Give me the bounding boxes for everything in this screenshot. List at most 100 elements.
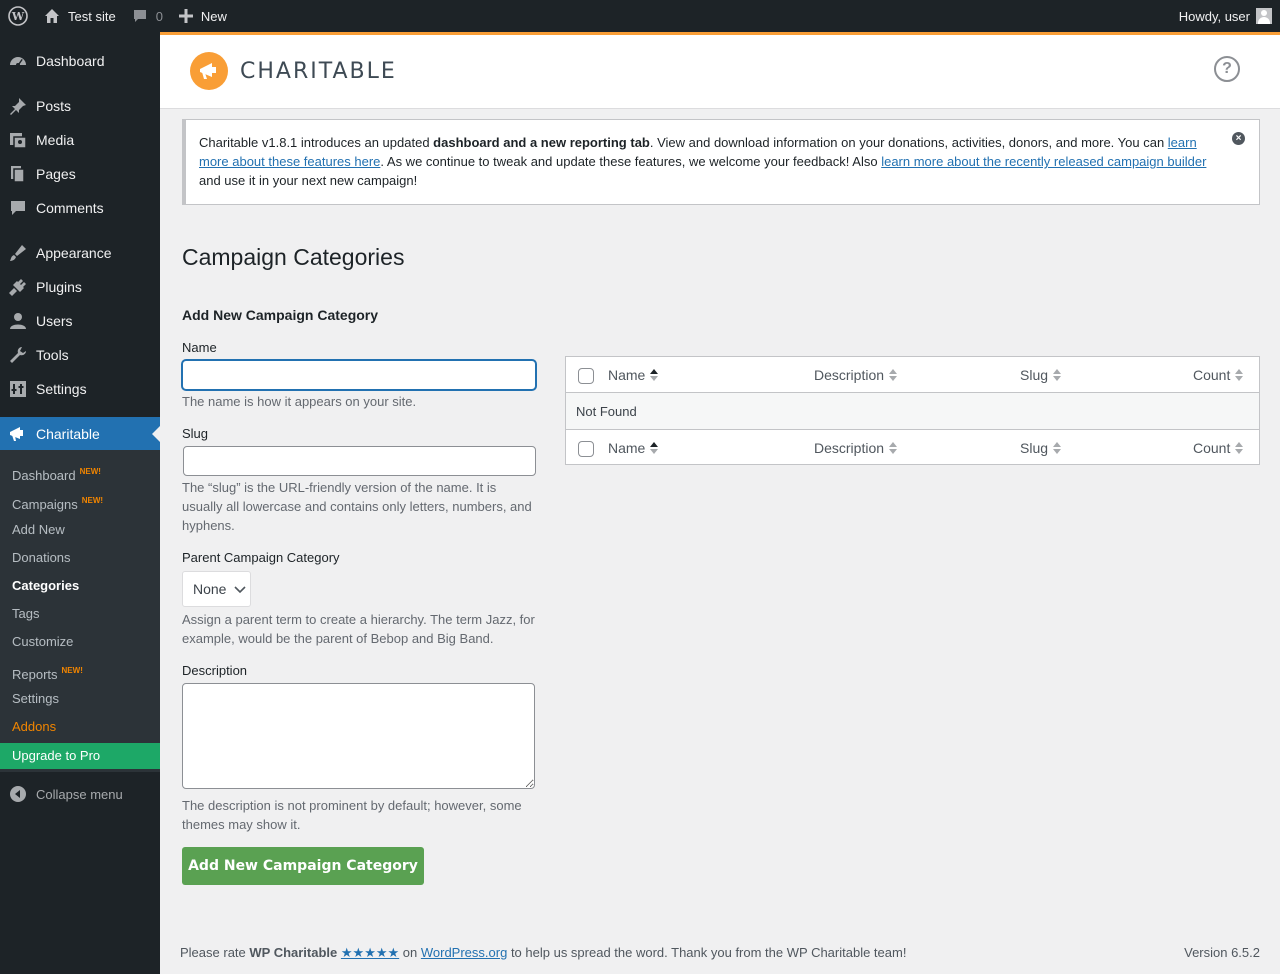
comments-link[interactable]: 0 <box>124 0 171 32</box>
column-description[interactable]: Description <box>814 430 898 466</box>
parent-description: Assign a parent term to create a hierarc… <box>182 612 535 646</box>
sidebar-item-settings[interactable]: Settings <box>0 372 160 406</box>
submenu-donations[interactable]: Donations <box>12 548 71 568</box>
slug-label: Slug <box>182 426 209 441</box>
avatar <box>1256 8 1272 24</box>
brush-icon <box>0 243 36 263</box>
name-input[interactable] <box>182 360 536 390</box>
column-name[interactable]: Name <box>608 430 659 466</box>
notice-strong: dashboard and a new reporting tab <box>433 135 650 150</box>
site-name-link[interactable]: Test site <box>36 0 124 32</box>
submenu-add-new[interactable]: Add New <box>12 520 65 540</box>
howdy-text: Howdy, user <box>1178 8 1250 24</box>
submenu-tags[interactable]: Tags <box>12 604 39 624</box>
chevron-down-icon <box>234 581 247 597</box>
submenu-settings[interactable]: Settings <box>12 689 59 709</box>
parent-label: Parent Campaign Category <box>182 550 340 565</box>
new-badge: NEW! <box>61 666 83 675</box>
sort-arrows-icon <box>1053 442 1062 454</box>
description-textarea[interactable] <box>182 683 535 789</box>
name-label: Name <box>182 340 217 355</box>
submenu-campaigns[interactable]: Campaigns NEW! <box>12 491 104 512</box>
sidebar-item-users[interactable]: Users <box>0 304 160 338</box>
submenu-categories[interactable]: Categories <box>12 576 79 596</box>
settings-icon <box>0 379 36 399</box>
sort-arrows-icon <box>889 442 898 454</box>
upgrade-to-pro-link[interactable]: Upgrade to Pro <box>0 743 160 769</box>
sidebar-label: Users <box>36 313 73 329</box>
parent-category-select[interactable]: None <box>182 571 251 607</box>
add-category-button[interactable]: Add New Campaign Category <box>182 847 424 885</box>
notice-text: . View and download information on your … <box>649 135 1168 150</box>
collapse-menu-button[interactable]: Collapse menu <box>0 782 160 806</box>
new-content-link[interactable]: New <box>171 0 235 32</box>
column-slug[interactable]: Slug <box>1020 357 1062 393</box>
sidebar-item-appearance[interactable]: Appearance <box>0 236 160 270</box>
submenu-addons[interactable]: Addons <box>12 717 56 737</box>
charitable-header: CHARITABLE ? <box>160 32 1280 109</box>
sidebar-label: Charitable <box>36 426 100 442</box>
site-name: Test site <box>68 8 116 24</box>
sidebar-item-media[interactable]: Media <box>0 123 160 157</box>
wrench-icon <box>0 345 36 365</box>
campaign-builder-link[interactable]: learn more about the recently released c… <box>881 154 1206 169</box>
sidebar-item-posts[interactable]: Posts <box>0 89 160 123</box>
admin-bar: W Test site 0 New Howdy, user <box>0 0 1280 32</box>
sort-arrows-icon <box>1235 369 1244 381</box>
rating-stars-link[interactable]: ★★★★★ <box>341 945 399 960</box>
select-all-checkbox[interactable] <box>578 368 594 384</box>
submenu-reports[interactable]: Reports NEW! <box>12 661 83 682</box>
sidebar-label: Settings <box>36 381 87 397</box>
logo-text: CHARITABLE <box>240 58 397 84</box>
sidebar-label: Comments <box>36 200 104 216</box>
submenu-dashboard[interactable]: Dashboard NEW! <box>12 462 101 483</box>
pages-icon <box>0 164 36 184</box>
empty-message: Not Found <box>576 403 637 419</box>
sidebar-item-charitable[interactable]: Charitable <box>0 417 160 451</box>
sidebar-item-comments[interactable]: Comments <box>0 191 160 225</box>
sidebar-label: Appearance <box>36 245 112 261</box>
footer-rating-text: Please rate WP Charitable ★★★★★ on WordP… <box>180 945 907 960</box>
sidebar-item-plugins[interactable]: Plugins <box>0 270 160 304</box>
footer-brand: WP Charitable <box>249 945 338 960</box>
submenu-customize[interactable]: Customize <box>12 632 73 652</box>
sidebar-label: Media <box>36 132 75 148</box>
comment-icon <box>0 198 36 218</box>
dismiss-notice-icon[interactable]: × <box>1232 132 1245 145</box>
column-name[interactable]: Name <box>608 357 659 393</box>
footer-version: Version 6.5.2 <box>1184 945 1260 960</box>
plus-icon <box>178 9 193 23</box>
column-count[interactable]: Count <box>1193 430 1244 466</box>
sidebar-item-tools[interactable]: Tools <box>0 338 160 372</box>
select-all-checkbox-footer[interactable] <box>578 441 594 457</box>
notice-text: and use it in your next new campaign! <box>199 173 418 188</box>
sidebar-item-pages[interactable]: Pages <box>0 157 160 191</box>
column-slug[interactable]: Slug <box>1020 430 1062 466</box>
charitable-logo: CHARITABLE <box>190 52 397 90</box>
wordpress-org-link[interactable]: WordPress.org <box>421 945 507 960</box>
new-badge: NEW! <box>79 467 101 476</box>
slug-input[interactable] <box>183 446 536 476</box>
pin-icon <box>0 96 36 116</box>
sidebar-label: Pages <box>36 166 76 182</box>
form-title: Add New Campaign Category <box>182 307 379 323</box>
my-account[interactable]: Howdy, user <box>1171 0 1280 32</box>
new-badge: NEW! <box>81 496 104 505</box>
column-count[interactable]: Count <box>1193 357 1244 393</box>
users-icon <box>0 311 36 331</box>
help-button[interactable]: ? <box>1214 56 1240 82</box>
sidebar-item-dashboard[interactable]: Dashboard <box>0 44 160 78</box>
sidebar-label: Tools <box>36 347 69 363</box>
notice-text: Charitable v1.8.1 introduces an updated <box>199 135 434 150</box>
categories-table: Name Description Slug Count Not Found Na… <box>565 356 1260 465</box>
page-title: Campaign Categories <box>182 244 405 270</box>
notice-text: . As we continue to tweak and update the… <box>380 154 882 169</box>
wordpress-logo-icon[interactable]: W <box>0 0 36 32</box>
column-description[interactable]: Description <box>814 357 898 393</box>
collapse-label: Collapse menu <box>36 786 123 802</box>
media-icon <box>0 130 36 150</box>
sort-arrows-icon <box>889 369 898 381</box>
comments-count: 0 <box>155 8 163 24</box>
table-header-row: Name Description Slug Count <box>566 357 1259 393</box>
name-description: The name is how it appears on your site. <box>182 394 417 409</box>
